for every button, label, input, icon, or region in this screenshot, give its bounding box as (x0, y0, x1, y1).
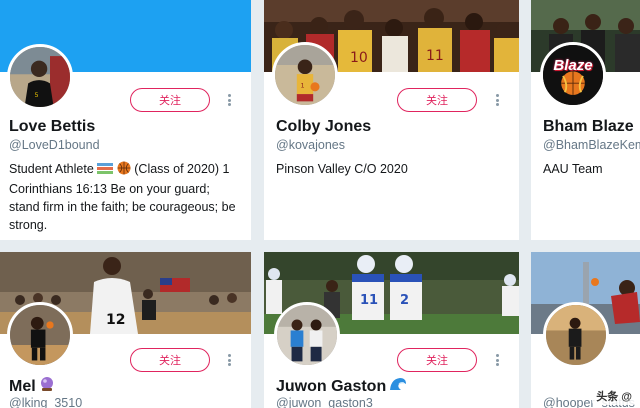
avatar-photo (546, 305, 606, 365)
svg-text:10: 10 (350, 50, 368, 66)
profile-name[interactable]: Colby Jones (276, 118, 371, 136)
bio-line: Student Athlete (9, 162, 94, 176)
profile-handle[interactable]: @BhamBlazeKem (543, 138, 640, 152)
profile-name[interactable]: Mel (9, 376, 55, 397)
bio-line: Corinthians 16:13 Be on your guard; (9, 182, 210, 196)
water-wave-emoji-icon (389, 376, 407, 397)
svg-text:1: 1 (300, 83, 304, 90)
profile-card[interactable]: Blaze Bham Blaze @BhamBlazeKem AAU Team (531, 0, 640, 240)
avatar-photo (10, 305, 70, 365)
avatar-logo-text: Blaze (553, 57, 593, 74)
blaze-logo-icon (543, 45, 603, 105)
profile-avatar[interactable]: 5 (7, 44, 73, 110)
follow-button[interactable]: 关注 (397, 348, 477, 372)
crystal-ball-emoji-icon (39, 376, 55, 397)
avatar-photo: 5 (10, 47, 70, 107)
follow-button[interactable]: 关注 (130, 348, 210, 372)
profile-name-text: Mel (9, 377, 36, 395)
more-options-icon[interactable] (224, 352, 234, 368)
profile-card[interactable]: 12 关注 Mel @lking_3510 (0, 252, 251, 408)
svg-text:11: 11 (426, 48, 444, 64)
profile-avatar[interactable]: 1 (272, 42, 338, 108)
profile-card[interactable]: @hooper_status (531, 252, 640, 408)
profile-handle[interactable]: @juwon_gaston3 (276, 396, 373, 408)
profile-handle[interactable]: @LoveD1bound (9, 138, 100, 152)
profile-name[interactable]: Love Bettis (9, 118, 95, 136)
profile-name[interactable]: Juwon Gaston (276, 376, 407, 397)
profile-grid: 5 关注 Love Bettis @LoveD1bound Student At… (0, 0, 640, 408)
svg-text:5: 5 (35, 92, 39, 99)
profile-card[interactable]: 10 11 1 关注 Colby Jones @kovajones Pinson… (264, 0, 519, 240)
follow-button[interactable]: 关注 (397, 88, 477, 112)
banner-jersey-number: 12 (106, 312, 125, 328)
profile-avatar[interactable] (7, 302, 73, 368)
avatar-photo: 1 (275, 45, 335, 105)
more-options-icon[interactable] (492, 92, 502, 108)
profile-bio: Student Athlete (Class of 2020) 1 Corint… (9, 160, 249, 234)
bio-line: stand firm in the faith; be courageous; … (9, 200, 236, 214)
books-emoji-icon (97, 162, 114, 180)
avatar-photo (277, 305, 337, 365)
more-options-icon[interactable] (224, 92, 234, 108)
profile-handle[interactable]: @kovajones (276, 138, 345, 152)
banner-jersey-number: 11 (360, 293, 378, 308)
profile-card[interactable]: 5 关注 Love Bettis @LoveD1bound Student At… (0, 0, 251, 240)
follow-button[interactable]: 关注 (130, 88, 210, 112)
profile-name-text: Juwon Gaston (276, 377, 387, 395)
profile-bio: AAU Team (543, 162, 603, 176)
profile-avatar[interactable] (543, 302, 609, 368)
banner-jersey-number: 2 (400, 293, 409, 308)
bio-line: strong. (9, 218, 48, 232)
profile-handle[interactable]: @lking_3510 (9, 396, 82, 408)
profile-avatar[interactable]: Blaze (540, 42, 606, 108)
profile-card[interactable]: 11 2 关注 Juwon Gaston @juwon_gaston3 (264, 252, 519, 408)
more-options-icon[interactable] (492, 352, 502, 368)
bio-line: (Class of 2020) 1 (134, 162, 230, 176)
profile-bio: Pinson Valley C/O 2020 (276, 162, 408, 176)
basketball-emoji-icon (117, 161, 131, 180)
watermark-text: 头条 @ (596, 391, 632, 403)
profile-avatar[interactable] (274, 302, 340, 368)
watermark: 头条 @ (592, 387, 636, 405)
profile-name[interactable]: Bham Blaze (543, 118, 634, 136)
